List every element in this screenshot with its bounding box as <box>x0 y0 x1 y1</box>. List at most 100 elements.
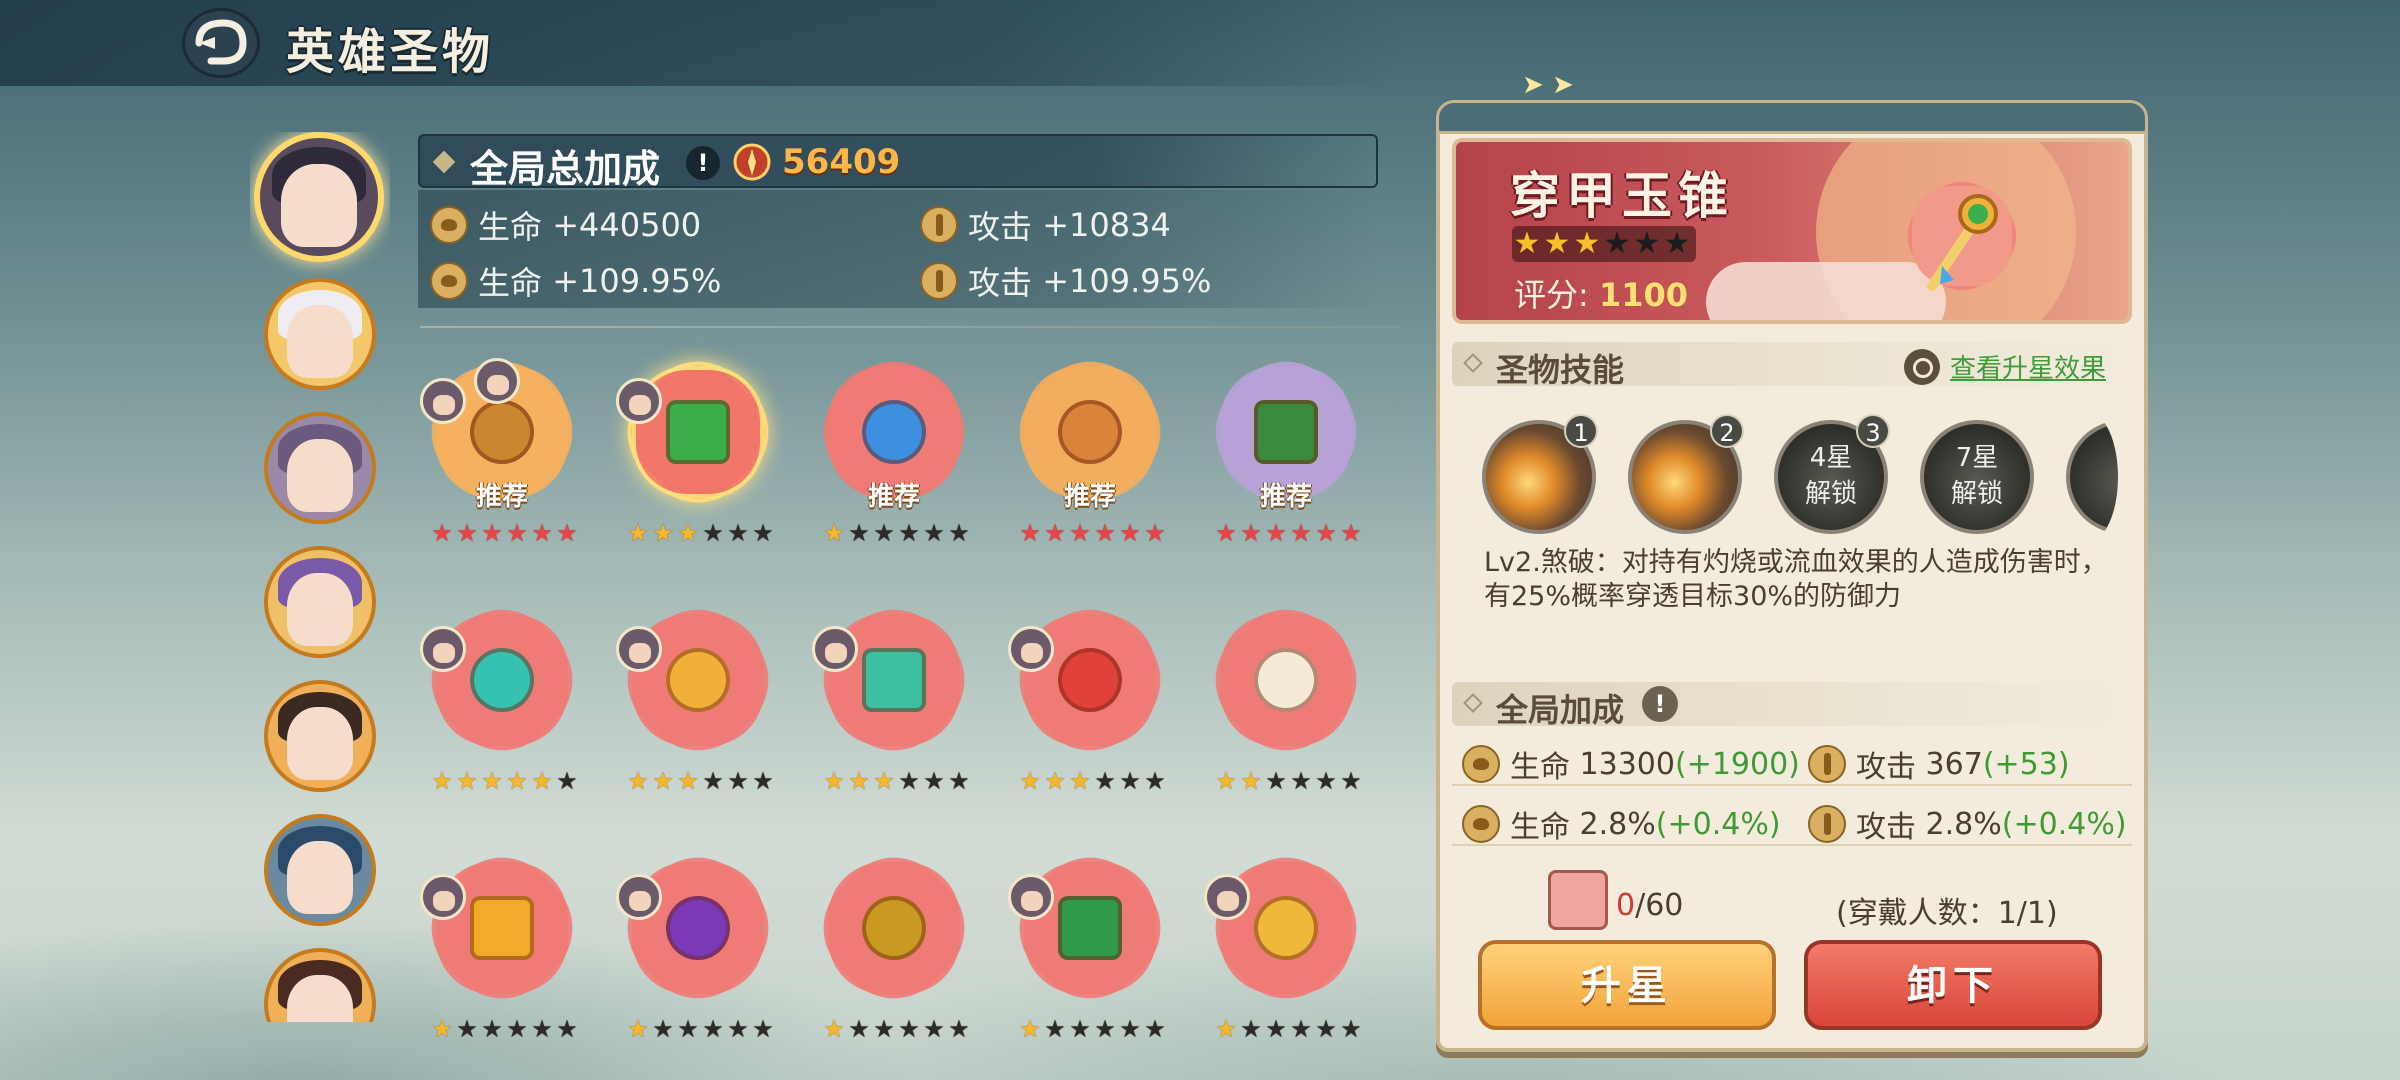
hero-face <box>286 304 354 378</box>
star-icon: ★ <box>823 767 845 795</box>
star-icon: ★ <box>1215 1015 1237 1043</box>
star-icon: ★ <box>898 767 920 795</box>
stat-label: 攻击 <box>968 208 1033 246</box>
bonus-row: 生命 13300 (+1900) 攻击 367 (+53) <box>1452 734 2132 786</box>
diamond-icon <box>432 150 456 174</box>
star-rating: ★ ★ ★ ★ ★ ★ <box>1214 768 1364 794</box>
wearer-avatar <box>420 378 466 424</box>
info-icon[interactable]: ! <box>1642 686 1678 722</box>
star-icon: ★ <box>823 1015 845 1043</box>
global-bonus-bar: 全局总加成 ! 56409 <box>418 134 1378 191</box>
relic-cell[interactable]: ★ ★ ★ ★ ★ ★ <box>996 586 1184 804</box>
panel-top-frame <box>1436 100 2148 134</box>
star-rating: ★ ★ ★ ★ ★ ★ <box>430 1016 580 1042</box>
star-icon: ★ <box>1069 1015 1091 1043</box>
global-section-title: 全局加成 <box>1496 691 1625 729</box>
star-icon: ★ <box>627 1015 649 1043</box>
hero-avatar[interactable] <box>264 278 376 390</box>
relic-core <box>1254 400 1318 464</box>
relic-cell[interactable]: ★ ★ ★ ★ ★ ★ <box>1192 834 1380 1052</box>
star-icon: ★ <box>1240 767 1262 795</box>
bonus-label: 生命 <box>1510 810 1570 845</box>
star-icon: ★ <box>677 767 699 795</box>
stat-value: +109.95% <box>552 262 722 300</box>
view-star-effect-link[interactable]: 查看升星效果 <box>1904 348 2106 385</box>
info-icon[interactable]: ! <box>686 146 720 180</box>
star-icon: ★ <box>456 1015 478 1043</box>
relic-cell[interactable]: ★ ★ ★ ★ ★ ★ <box>800 834 988 1052</box>
unequip-button[interactable]: 卸下 <box>1804 940 2102 1030</box>
relic-cell[interactable]: 推荐 ★ ★ ★ ★ ★ ★ <box>800 338 988 556</box>
relic-cell[interactable]: ★ ★ ★ ★ ★ ★ <box>408 834 596 1052</box>
wearer-avatar <box>616 378 662 424</box>
star-icon: ★ <box>873 767 895 795</box>
star-icon: ★ <box>848 1015 870 1043</box>
star-icon: ★ <box>752 1015 774 1043</box>
relic-core <box>666 648 730 712</box>
skill-number: 3 <box>1856 414 1890 448</box>
star-icon: ★ <box>1315 1015 1337 1043</box>
star-icon: ★ <box>702 1015 724 1043</box>
stat-value: +10834 <box>1042 206 1171 244</box>
bonus-label: 攻击 <box>1856 750 1916 785</box>
bonus-hp-percent: 生命 2.8% (+0.4%) <box>1462 802 1781 846</box>
hero-face <box>286 706 354 780</box>
back-button[interactable] <box>182 8 260 78</box>
relic-cell[interactable]: ★ ★ ★ ★ ★ ★ <box>996 834 1184 1052</box>
hero-list[interactable] <box>250 132 390 1022</box>
skill-description: Lv2.煞破：对持有灼烧或流血效果的人造成伤害时，有25%概率穿透目标30%的防… <box>1484 547 2108 612</box>
hero-avatar[interactable] <box>264 546 376 658</box>
skill-icon[interactable]: 4星 解锁 3 <box>1766 412 1896 542</box>
hero-avatar[interactable] <box>264 948 376 1022</box>
skill-number: 1 <box>1564 414 1598 448</box>
star-icon: ★ <box>556 767 578 795</box>
view-star-link-label: 查看升星效果 <box>1950 354 2107 384</box>
hero-face <box>281 163 357 247</box>
star-up-button[interactable]: 升星 <box>1478 940 1776 1030</box>
relic-core <box>1058 648 1122 712</box>
stat-attack: 攻击 +10834 <box>920 202 1171 248</box>
relic-cell[interactable]: ★ ★ ★ ★ ★ ★ <box>408 586 596 804</box>
star-icon: ★ <box>1340 767 1362 795</box>
star-icon: ★ <box>1044 519 1066 547</box>
hero-avatar[interactable] <box>264 814 376 926</box>
hero-avatar[interactable] <box>264 412 376 524</box>
skill-orb <box>2066 420 2118 534</box>
star-icon: ★ <box>823 519 845 547</box>
relic-cell[interactable]: ★ ★ ★ ★ ★ ★ <box>800 586 988 804</box>
star-icon: ★ <box>1315 767 1337 795</box>
star-icon: ★ <box>1069 767 1091 795</box>
star-icon: ★ <box>556 1015 578 1043</box>
recommend-label: 推荐 <box>1259 482 1312 512</box>
star-icon: ★ <box>1340 519 1362 547</box>
stat-hp-percent: 生命 +109.95% <box>430 258 721 304</box>
star-icon: ★ <box>1144 519 1166 547</box>
star-rating: ★ ★ ★ ★ ★ ★ <box>430 520 580 546</box>
relic-cell[interactable]: 推荐 ★ ★ ★ ★ ★ ★ <box>996 338 1184 556</box>
skill-icon-partial[interactable] <box>2058 412 2118 542</box>
relic-cell[interactable]: ★ ★ ★ ★ ★ ★ <box>604 834 792 1052</box>
skill-icon[interactable]: 1 <box>1474 412 1604 542</box>
skill-icon[interactable]: 2 <box>1620 412 1750 542</box>
star-icon: ★ <box>848 519 870 547</box>
relic-cell[interactable]: ★ ★ ★ ★ ★ ★ <box>604 338 792 556</box>
wearer-avatar <box>420 874 466 920</box>
relic-detail-panel: 穿甲玉锥 ★ ★ ★ ★ ★ ★ 评分: 1100 圣物技能 查看升星效果 1 2 4星 解锁… <box>1436 100 2148 1052</box>
star-rating: ★ ★ ★ ★ ★ ★ <box>1214 1016 1364 1042</box>
relic-cell[interactable]: 推荐 ★ ★ ★ ★ ★ ★ <box>1192 338 1380 556</box>
relic-banner: 穿甲玉锥 ★ ★ ★ ★ ★ ★ 评分: 1100 <box>1452 138 2132 324</box>
star-icon: ★ <box>481 519 503 547</box>
star-icon: ★ <box>506 767 528 795</box>
relic-cell[interactable]: ★ ★ ★ ★ ★ ★ <box>1192 586 1380 804</box>
relic-score: 评分: 1100 <box>1514 270 1688 316</box>
hp-percent-icon <box>430 262 468 300</box>
relic-cell[interactable]: 推荐 ★ ★ ★ ★ ★ ★ <box>408 338 596 556</box>
relic-cell[interactable]: ★ ★ ★ ★ ★ ★ <box>604 586 792 804</box>
hero-avatar[interactable] <box>254 132 384 262</box>
material-have: 0 <box>1616 888 1636 923</box>
skill-icon[interactable]: 7星 解锁 <box>1912 412 2042 542</box>
star-icon: ★ <box>431 519 453 547</box>
hero-avatar[interactable] <box>264 680 376 792</box>
star-icon: ★ <box>1265 767 1287 795</box>
jade-awl-icon <box>1907 181 2017 291</box>
